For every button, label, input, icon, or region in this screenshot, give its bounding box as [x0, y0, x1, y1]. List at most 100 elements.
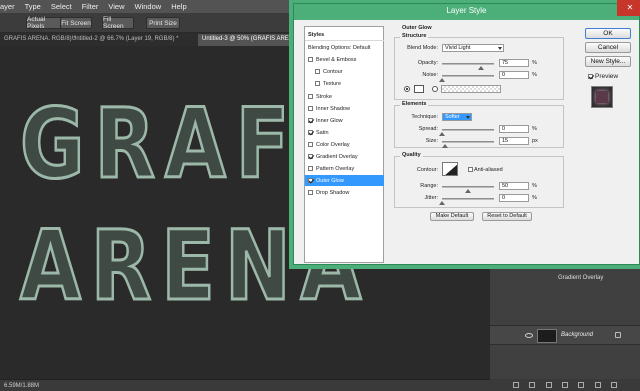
chevron-down-icon	[498, 47, 502, 50]
doc-size-readout: 6.59M/1.88M	[4, 382, 40, 389]
new-layer-icon[interactable]	[594, 382, 601, 388]
reset-default-button[interactable]: Reset to Default	[482, 212, 532, 221]
range-slider-thumb[interactable]	[465, 189, 471, 193]
style-gradient-overlay[interactable]: Gradient Overlay	[305, 151, 384, 162]
jitter-slider-thumb[interactable]	[439, 201, 445, 205]
layers-panel-footer	[490, 379, 640, 391]
contour-curve-icon	[445, 164, 457, 175]
checkbox[interactable]	[308, 106, 313, 111]
checkbox-checked[interactable]	[308, 130, 313, 135]
checkbox-checked[interactable]	[308, 118, 313, 123]
mask-icon[interactable]	[545, 382, 552, 388]
anti-aliased-checkbox[interactable]	[468, 167, 473, 172]
new-style-button[interactable]: New Style...	[585, 56, 631, 67]
chevron-down-icon	[466, 116, 470, 119]
style-inner-shadow[interactable]: Inner Shadow	[305, 103, 384, 114]
noise-unit: %	[532, 72, 537, 78]
range-unit: %	[532, 183, 537, 189]
menu-type[interactable]: Type	[25, 2, 41, 11]
style-stroke[interactable]: Stroke	[305, 91, 384, 102]
link-icon[interactable]	[513, 382, 520, 388]
preview-checkbox[interactable]	[588, 74, 593, 79]
style-contour[interactable]: Contour	[305, 66, 384, 77]
print-size-button[interactable]: Print Size	[146, 17, 180, 29]
opacity-label: Opacity:	[417, 60, 438, 66]
noise-slider-thumb[interactable]	[439, 78, 445, 82]
checkbox-checked[interactable]	[308, 178, 313, 183]
eye-icon[interactable]	[525, 333, 533, 338]
noise-slider[interactable]	[439, 75, 494, 82]
size-input[interactable]: 15	[499, 137, 529, 145]
style-satin[interactable]: Satin	[305, 127, 384, 138]
blend-mode-select[interactable]: Vivid Light	[442, 44, 504, 52]
style-blending-options[interactable]: Blending Options: Default	[305, 42, 384, 53]
jitter-slider[interactable]	[439, 198, 494, 205]
jitter-label: Jitter:	[424, 195, 438, 201]
range-label: Range:	[420, 183, 438, 189]
checkbox-checked[interactable]	[308, 154, 313, 159]
gradient-radio[interactable]	[432, 86, 438, 92]
layer-effect-gradient-overlay[interactable]: Gradient Overlay	[490, 272, 640, 284]
style-bevel-emboss[interactable]: Bevel & Emboss	[305, 54, 384, 65]
folder-icon[interactable]	[578, 382, 585, 388]
styles-header[interactable]: Styles	[305, 29, 384, 40]
contour-picker[interactable]	[442, 162, 458, 176]
spread-input[interactable]: 0	[499, 125, 529, 133]
blend-mode-label: Blend Mode:	[407, 45, 438, 51]
style-pattern-overlay[interactable]: Pattern Overlay	[305, 163, 384, 174]
range-slider[interactable]	[442, 186, 494, 193]
fx-icon[interactable]	[529, 382, 536, 388]
doc-tab-2[interactable]: Untitled-2 @ 66.7% (Layer 19, RGB/8) *	[68, 34, 182, 46]
checkbox[interactable]	[315, 81, 320, 86]
style-inner-glow[interactable]: Inner Glow	[305, 115, 384, 126]
jitter-unit: %	[532, 195, 537, 201]
checkbox[interactable]	[308, 57, 313, 62]
trash-icon[interactable]	[610, 382, 617, 388]
ok-button[interactable]: OK	[585, 28, 631, 39]
checkbox[interactable]	[308, 94, 313, 99]
style-texture[interactable]: Texture	[305, 78, 384, 89]
checkbox[interactable]	[308, 142, 313, 147]
menu-window[interactable]: Window	[135, 2, 162, 11]
opacity-slider-thumb[interactable]	[478, 66, 484, 70]
opacity-input[interactable]: 75	[499, 59, 529, 67]
fill-screen-button[interactable]: Fill Screen	[102, 16, 134, 30]
size-slider-thumb[interactable]	[442, 144, 449, 148]
gradient-picker[interactable]	[441, 85, 501, 93]
spread-slider-thumb[interactable]	[439, 132, 445, 136]
size-label: Size:	[425, 138, 438, 144]
checkbox[interactable]	[315, 69, 320, 74]
spread-unit: %	[532, 126, 537, 132]
style-outer-glow[interactable]: Outer Glow	[305, 175, 384, 186]
menu-layer[interactable]: ayer	[0, 2, 15, 11]
menu-select[interactable]: Select	[51, 2, 72, 11]
checkbox[interactable]	[308, 190, 313, 195]
color-radio[interactable]	[404, 86, 410, 92]
noise-input[interactable]: 0	[499, 71, 529, 79]
artwork-line-1: GRAFI	[19, 88, 339, 200]
make-default-button[interactable]: Make Default	[430, 212, 474, 221]
range-input[interactable]: 50	[499, 182, 529, 190]
adjustment-icon[interactable]	[561, 382, 568, 388]
style-drop-shadow[interactable]: Drop Shadow	[305, 187, 384, 198]
menu-view[interactable]: View	[108, 2, 124, 11]
status-bar: 6.59M/1.88M	[0, 379, 490, 391]
jitter-input[interactable]: 0	[499, 194, 529, 202]
menu-filter[interactable]: Filter	[82, 2, 99, 11]
technique-select[interactable]: Softer	[442, 113, 472, 121]
cancel-button[interactable]: Cancel	[585, 42, 631, 53]
fit-screen-button[interactable]: Fit Screen	[60, 17, 92, 29]
glow-color-swatch[interactable]	[414, 85, 424, 93]
noise-label: Noise:	[422, 72, 438, 78]
style-color-overlay[interactable]: Color Overlay	[305, 139, 384, 150]
menu-help[interactable]: Help	[171, 2, 186, 11]
size-slider[interactable]	[442, 141, 494, 148]
close-icon[interactable]: ✕	[617, 0, 640, 16]
opacity-slider[interactable]	[442, 63, 494, 70]
checkbox[interactable]	[308, 166, 313, 171]
layer-style-dialog: Layer Style ✕ Styles Blending Options: D…	[293, 0, 640, 265]
spread-slider[interactable]	[439, 129, 494, 136]
layer-background[interactable]: Background	[490, 325, 640, 345]
divider	[305, 40, 384, 41]
actual-pixels-button[interactable]: Actual Pixels	[26, 16, 64, 30]
